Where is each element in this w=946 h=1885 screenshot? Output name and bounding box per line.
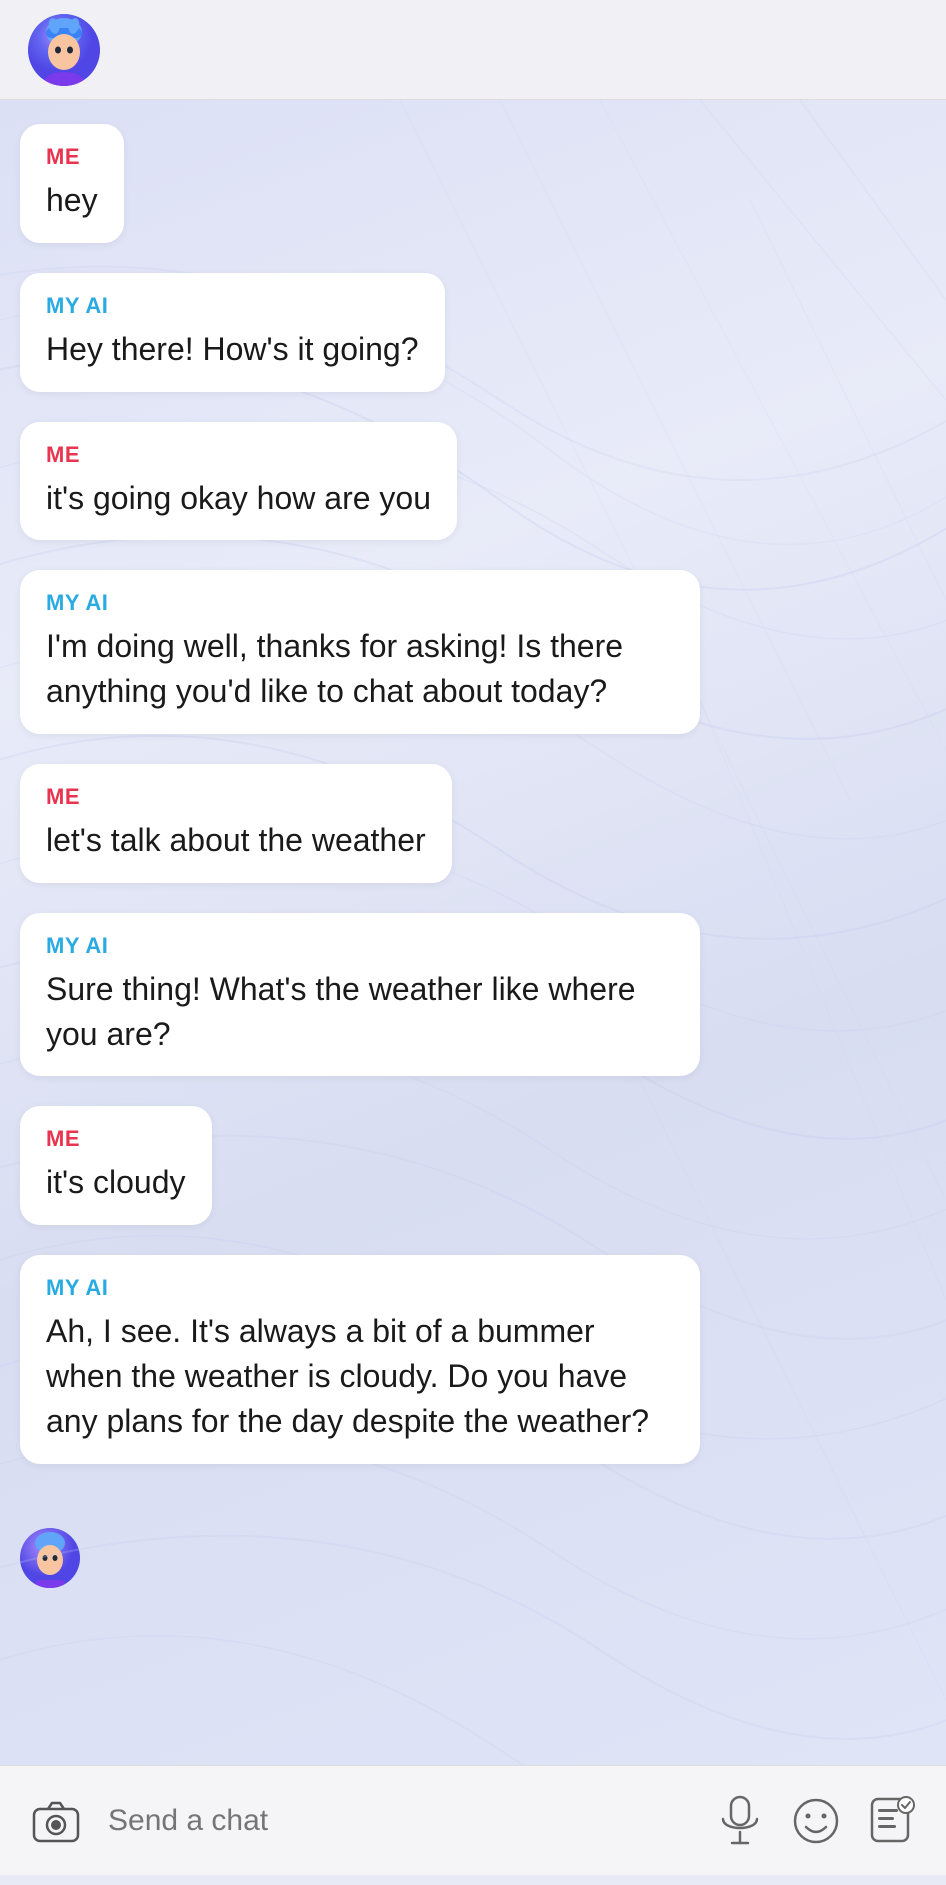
sender-label-5: ME [46, 784, 426, 810]
message-bubble-1: ME hey [20, 124, 124, 243]
message-text-7: it's cloudy [46, 1160, 186, 1205]
sticker-button[interactable] [866, 1795, 918, 1847]
message-bubble-7: ME it's cloudy [20, 1106, 212, 1225]
bottom-toolbar [0, 1765, 946, 1875]
sender-label-2: MY AI [46, 293, 419, 319]
messages-list: ME hey MY AI Hey there! How's it going? ME it… [0, 100, 946, 1518]
message-text-5: let's talk about the weather [46, 818, 426, 863]
mic-button[interactable] [714, 1795, 766, 1847]
sender-label-8: MY AI [46, 1275, 674, 1301]
ai-typing-indicator [0, 1518, 946, 1598]
camera-button[interactable] [28, 1793, 84, 1849]
message-text-4: I'm doing well, thanks for asking! Is th… [46, 624, 674, 714]
header-left [28, 14, 116, 86]
message-text-6: Sure thing! What's the weather like wher… [46, 967, 674, 1057]
message-text-8: Ah, I see. It's always a bit of a bummer… [46, 1309, 674, 1443]
message-bubble-2: MY AI Hey there! How's it going? [20, 273, 445, 392]
message-bubble-8: MY AI Ah, I see. It's always a bit of a b… [20, 1255, 700, 1463]
chat-area: ME hey MY AI Hey there! How's it going? ME it… [0, 100, 946, 1775]
message-text-3: it's going okay how are you [46, 476, 431, 521]
message-text-1: hey [46, 178, 98, 223]
message-bubble-6: MY AI Sure thing! What's the weather like… [20, 913, 700, 1077]
ai-mini-avatar [20, 1528, 80, 1588]
message-bubble-4: MY AI I'm doing well, thanks for asking! … [20, 570, 700, 734]
sender-label-6: MY AI [46, 933, 674, 959]
sender-label-7: ME [46, 1126, 186, 1152]
sender-label-1: ME [46, 144, 98, 170]
sender-label-4: MY AI [46, 590, 674, 616]
emoji-button[interactable] [790, 1795, 842, 1847]
sender-label-3: ME [46, 442, 431, 468]
message-bubble-3: ME it's going okay how are you [20, 422, 457, 541]
message-text-2: Hey there! How's it going? [46, 327, 419, 372]
chat-header [0, 0, 946, 100]
message-bubble-5: ME let's talk about the weather [20, 764, 452, 883]
chat-input[interactable] [108, 1804, 690, 1838]
ai-avatar[interactable] [28, 14, 100, 86]
